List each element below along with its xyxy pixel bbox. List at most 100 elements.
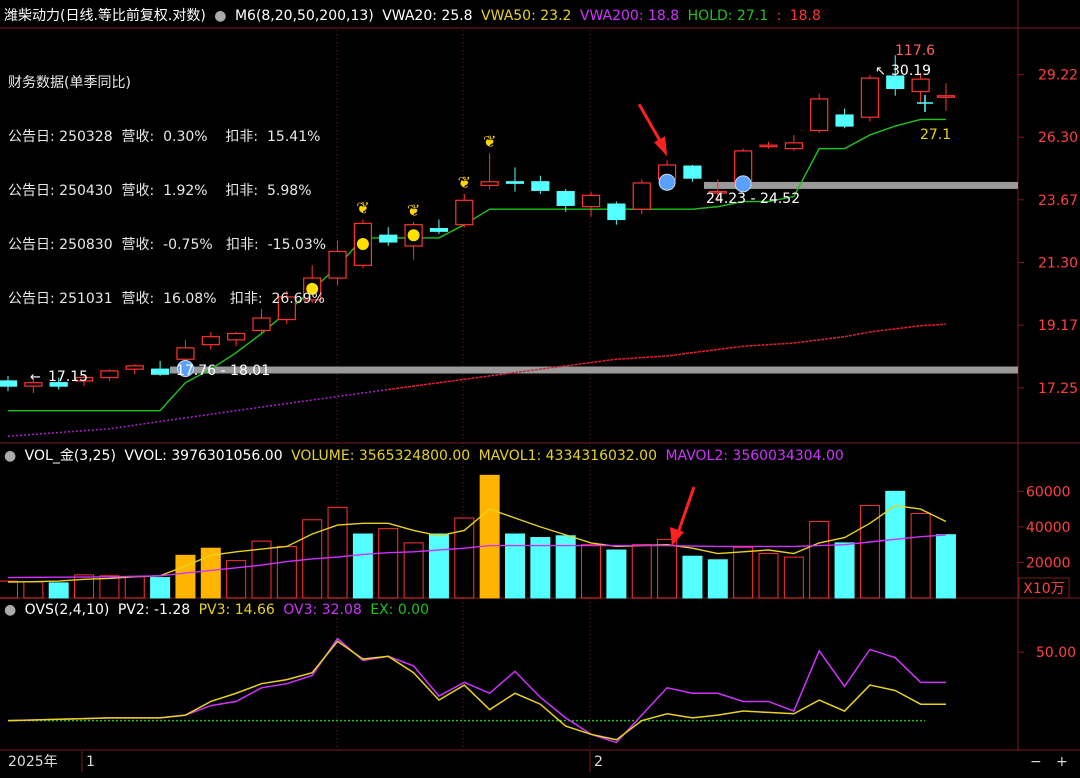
signal-dot-icon — [356, 237, 369, 250]
pv3-value: PV3: 14.66 — [198, 602, 275, 618]
volume-bar — [707, 559, 728, 599]
blue-ball-icon — [734, 175, 752, 193]
candle-body — [759, 144, 778, 148]
ovs-tick-label: 50.00 — [1036, 645, 1076, 661]
indicator-name[interactable]: M6(8,20,50,200,13) — [235, 8, 374, 24]
candle-body — [556, 190, 575, 206]
y-tick-label: 17.25 — [1038, 381, 1078, 397]
y-tick-label: 23.67 — [1038, 193, 1078, 209]
support-level-bar — [170, 366, 1018, 374]
candle-body — [581, 194, 601, 208]
high-pointer-icon: ↖ — [875, 64, 886, 79]
hold-colon: : — [776, 8, 782, 24]
candle-body — [936, 95, 956, 98]
volume-value: VOLUME: 3565324800.00 — [291, 448, 471, 464]
low-pointer-icon: ← — [30, 370, 41, 385]
vwa50-value: VWA50: 23.2 — [481, 8, 572, 24]
volume-bar — [530, 537, 551, 599]
ov3-line — [7, 637, 946, 744]
vol-unit-label: X10万 — [1023, 581, 1064, 597]
vol-tick-label: 60000 — [1026, 484, 1071, 500]
range-high-label: 24.23 - 24.52 — [706, 191, 800, 207]
volume-bar — [48, 582, 69, 599]
y-tick-label: 19.17 — [1038, 318, 1078, 334]
candle-body — [860, 77, 880, 118]
vol-red-arrow-icon — [676, 486, 696, 534]
settings-circle-icon[interactable]: ● — [4, 602, 16, 618]
candle-body — [683, 165, 702, 179]
volume-bar — [505, 533, 525, 599]
butterfly-icon: ❦ — [356, 198, 369, 217]
vwa200-value: VWA200: 18.8 — [579, 8, 680, 24]
blue-ball-icon — [658, 173, 676, 191]
finance-row: 公告日: 250430 营收: 1.92% 扣非: 5.98% — [8, 183, 312, 199]
candle-body — [810, 98, 829, 132]
mavol2-value: MAVOL2: 3560034304.00 — [665, 448, 844, 464]
volume-bar — [783, 556, 804, 599]
candle-body — [328, 250, 347, 279]
candle-body — [379, 234, 398, 243]
finance-row: 公告日: 251031 营收: 16.08% 扣非: 26.69% — [8, 291, 325, 307]
candle-body — [429, 228, 449, 232]
high-price-label: 30.19 — [891, 63, 931, 79]
y-tick-label: 21.30 — [1038, 256, 1078, 272]
ov3-value: OV3: 32.08 — [283, 602, 362, 618]
candle-body — [176, 347, 195, 360]
mavol1-value: MAVOL1: 4334316032.00 — [478, 448, 657, 464]
candle-body — [911, 78, 930, 93]
volume-bar — [935, 534, 956, 599]
vol-header: ● VOL_金(3,25) VVOL: 3976301056.00 VOLUME… — [4, 447, 848, 465]
hold-secondary-value: 18.8 — [789, 8, 821, 24]
volume-bar — [276, 545, 297, 599]
candle-body — [455, 199, 474, 226]
candle-body — [835, 114, 854, 127]
volume-bar — [809, 521, 830, 599]
volume-bar — [682, 555, 703, 599]
pv2-value: PV2: -1.28 — [117, 602, 191, 618]
y-tick-label: 26.30 — [1038, 130, 1078, 146]
finance-row: 公告日: 250830 营收: -0.75% 扣非: -15.03% — [8, 237, 327, 253]
volume-bar — [733, 546, 754, 599]
volume-bar — [175, 554, 196, 599]
ovs-indicator-name[interactable]: OVS(2,4,10) — [25, 602, 110, 618]
high-annotation: 117.6 — [895, 43, 935, 59]
y-tick-label: 29.22 — [1038, 68, 1078, 84]
chart-stage: 29.22 26.30 23.67 21.30 19.17 17.25 60000 40000… — [0, 0, 1080, 774]
red-arrow-head-icon — [654, 136, 668, 157]
settings-circle-icon[interactable]: ● — [214, 8, 226, 24]
volume-bar — [150, 577, 171, 599]
ma200-line — [388, 323, 946, 391]
settings-circle-icon[interactable]: ● — [4, 448, 16, 464]
finance-title: 财务数据(单季同比) — [8, 75, 131, 91]
candle-body — [632, 182, 651, 210]
volume-bar — [758, 553, 779, 599]
signal-dot-icon — [407, 229, 420, 242]
ovs-header: ● OVS(2,4,10) PV2: -1.28 PV3: 14.66 OV3:… — [4, 601, 433, 619]
volume-bar — [631, 544, 652, 599]
candle-body — [531, 181, 550, 191]
ex-value: EX: 0.00 — [370, 602, 429, 618]
volume-bar — [428, 533, 449, 599]
volume-bar — [74, 574, 95, 599]
candle-body — [125, 365, 144, 370]
candle-body — [0, 380, 18, 387]
volume-bar — [581, 544, 602, 599]
vol-indicator-name[interactable]: VOL_金(3,25) — [25, 448, 116, 464]
volume-bar — [378, 528, 399, 599]
volume-bar — [226, 560, 247, 599]
pv3-line — [7, 640, 946, 741]
volume-bar — [606, 549, 627, 599]
volume-bar — [352, 533, 373, 599]
year-label: 2025年 — [8, 754, 58, 770]
candle-body — [607, 203, 626, 221]
main-header: 潍柴动力(日线.等比前复权.对数) ● M6(8,20,50,200,13) V… — [4, 7, 825, 25]
stock-title[interactable]: 潍柴动力(日线.等比前复权.对数) — [4, 8, 206, 24]
vvol-value: VVOL: 3976301056.00 — [124, 448, 283, 464]
volume-bar — [834, 542, 855, 599]
mavol2-line — [7, 534, 946, 579]
volume-bar — [657, 538, 678, 599]
butterfly-icon: ❦ — [407, 201, 420, 220]
butterfly-icon: ❦ — [458, 173, 471, 192]
volume-bar — [885, 490, 906, 599]
volume-bar — [910, 513, 931, 599]
